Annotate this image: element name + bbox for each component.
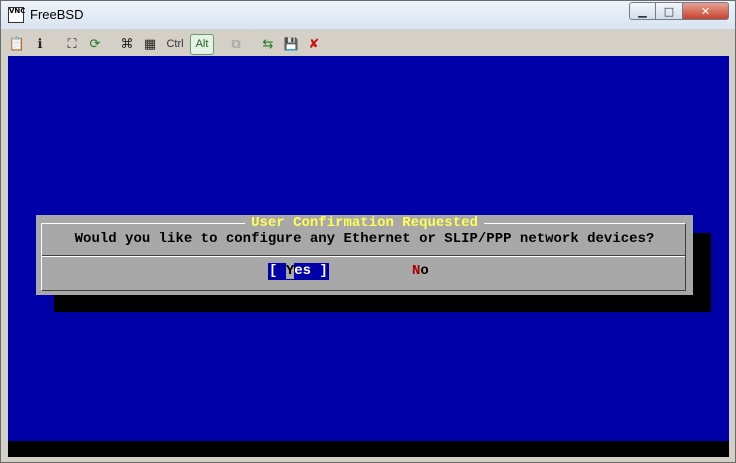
dialog-title-text: User Confirmation Requested [245,215,484,231]
refresh-icon[interactable]: ⟳ [85,34,105,54]
ctrl-toggle-button[interactable]: Ctrl [163,34,187,54]
dialog-message: Would you like to configure any Ethernet… [74,231,655,247]
alt-toggle-button[interactable]: Alt [190,33,214,55]
clipboard-icon[interactable]: ⧉ [226,34,246,54]
vnc-window: VNC FreeBSD ▁ □ ✕ 📋 ℹ ⛶ ⟳ ⌘ ▦ Ctrl Alt ⧉… [0,0,736,463]
disconnect-icon[interactable]: ✘ [304,34,324,54]
close-button[interactable]: ✕ [683,2,729,20]
window-title: FreeBSD [30,7,84,22]
title-bar[interactable]: VNC FreeBSD ▁ □ ✕ [1,1,735,29]
ctrl-alt-del-icon[interactable]: ⌘ [117,34,137,54]
vnc-app-icon[interactable]: VNC [8,7,25,23]
window-controls: ▁ □ ✕ [629,2,729,20]
no-button[interactable]: No [412,263,429,280]
transfer-icon[interactable]: ⇆ [258,34,278,54]
dialog-title: User Confirmation Requested [36,215,693,231]
confirmation-dialog: User Confirmation Requested Would you li… [36,215,693,295]
fullscreen-icon[interactable]: ⛶ [62,34,82,54]
toolbar-separator [108,34,114,54]
remote-screen-status-strip [8,441,729,457]
toolbar-separator [217,34,223,54]
yes-button[interactable]: [ Yes ] [268,263,329,280]
no-label-rest: o [420,263,429,279]
dialog-separator [42,255,685,257]
yes-bracket-open: [ [269,263,286,279]
connection-info-icon[interactable]: ℹ [30,34,50,54]
send-keys-icon[interactable]: ▦ [140,34,160,54]
toolbar-separator [53,34,59,54]
yes-label-rest: es ] [294,263,328,279]
vnc-toolbar: 📋 ℹ ⛶ ⟳ ⌘ ▦ Ctrl Alt ⧉ ⇆ 💾 ✘ [7,32,729,56]
yes-hotkey: Y [285,263,295,279]
maximize-button[interactable]: □ [656,2,683,20]
connection-options-icon[interactable]: 📋 [7,34,27,54]
save-icon[interactable]: 💾 [281,34,301,54]
toolbar-separator [249,34,255,54]
minimize-button[interactable]: ▁ [629,2,656,20]
